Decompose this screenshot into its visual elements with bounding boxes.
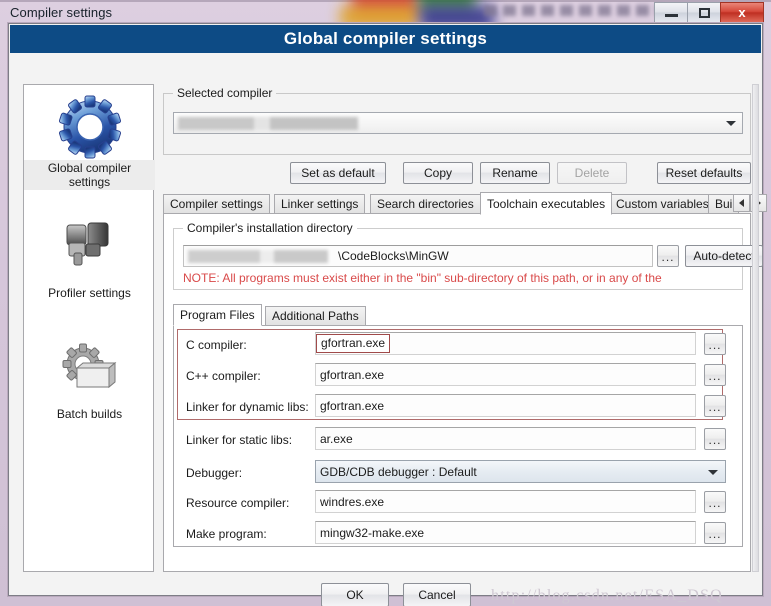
installation-directory-group: Compiler's installation directory \CodeB… xyxy=(173,221,763,290)
debugger-value: GDB/CDB debugger : Default xyxy=(320,464,477,479)
rename-button[interactable]: Rename xyxy=(480,162,550,184)
linker-static-browse-button[interactable]: ... xyxy=(704,428,726,450)
delete-button: Delete xyxy=(557,162,627,184)
chevron-down-icon xyxy=(708,470,718,475)
field-row-resource-compiler: Resource compiler: windres.exe ... xyxy=(174,490,744,520)
field-row-make-program: Make program: mingw32-make.exe ... xyxy=(174,521,744,551)
make-program-label: Make program: xyxy=(186,527,267,541)
installation-directory-input[interactable]: \CodeBlocks\MinGW xyxy=(183,245,653,267)
linker-dynamic-label: Linker for dynamic libs: xyxy=(186,400,309,414)
tab-linker-settings[interactable]: Linker settings xyxy=(274,194,366,213)
field-row-cpp-compiler: C++ compiler: gfortran.exe ... xyxy=(174,363,744,393)
tab-additional-paths[interactable]: Additional Paths xyxy=(265,306,366,325)
sidebar-item-label: Global compiler settings xyxy=(24,160,155,190)
make-program-input[interactable]: mingw32-make.exe xyxy=(315,521,696,544)
ok-button[interactable]: OK xyxy=(321,583,389,606)
linker-dynamic-browse-button[interactable]: ... xyxy=(704,395,726,417)
installation-directory-group-title: Compiler's installation directory xyxy=(183,221,357,235)
compiler-settings-dialog: Global compiler settings Global compiler… xyxy=(8,23,767,606)
program-files-tabstrip: Program Files Additional Paths xyxy=(173,304,743,326)
cpp-compiler-label: C++ compiler: xyxy=(186,369,261,383)
debugger-dropdown[interactable]: GDB/CDB debugger : Default xyxy=(315,460,726,483)
window-controls: x xyxy=(654,2,764,23)
c-compiler-browse-button[interactable]: ... xyxy=(704,333,726,355)
reset-defaults-button[interactable]: Reset defaults xyxy=(657,162,751,184)
chevron-down-icon xyxy=(726,121,736,126)
minimize-icon xyxy=(664,14,678,17)
tabstrip-scroll-left-button[interactable] xyxy=(733,194,750,212)
resource-compiler-label: Resource compiler: xyxy=(186,496,290,510)
tab-program-files[interactable]: Program Files xyxy=(173,304,262,326)
selected-compiler-group-title: Selected compiler xyxy=(173,86,277,100)
sidebar-item-batch-builds[interactable]: Batch builds xyxy=(24,340,155,422)
linker-dynamic-input[interactable]: gfortran.exe xyxy=(315,394,696,417)
c-compiler-label: C compiler: xyxy=(186,338,247,352)
clamp-icon xyxy=(57,219,123,285)
installation-path-value: \CodeBlocks\MinGW xyxy=(338,249,449,263)
cpp-compiler-input[interactable]: gfortran.exe xyxy=(315,363,696,386)
c-compiler-value: gfortran.exe xyxy=(316,334,391,353)
minimize-button[interactable] xyxy=(654,2,687,23)
settings-content: Selected compiler Set as default Copy Re… xyxy=(163,84,767,572)
resource-compiler-browse-button[interactable]: ... xyxy=(704,491,726,513)
application-window: Compiler settings x Global compiler sett… xyxy=(0,0,771,606)
resource-compiler-input[interactable]: windres.exe xyxy=(315,490,696,513)
tab-search-directories[interactable]: Search directories xyxy=(370,194,481,213)
debugger-label: Debugger: xyxy=(186,466,243,480)
field-row-c-compiler: C compiler: gfortran.exe ... xyxy=(174,332,744,362)
linker-static-label: Linker for static libs: xyxy=(186,433,293,447)
selected-compiler-group: Selected compiler xyxy=(163,86,751,155)
gear-icon xyxy=(57,94,123,160)
sidebar-item-label: Batch builds xyxy=(56,407,123,421)
c-compiler-input[interactable]: gfortran.exe xyxy=(315,332,696,355)
installation-path-redacted-prefix xyxy=(188,249,338,263)
tab-custom-variables[interactable]: Custom variables xyxy=(609,194,716,213)
cpp-compiler-browse-button[interactable]: ... xyxy=(704,364,726,386)
make-program-browse-button[interactable]: ... xyxy=(704,522,726,544)
cancel-button[interactable]: Cancel xyxy=(403,583,471,606)
sidebar-item-profiler-settings[interactable]: Profiler settings xyxy=(24,219,155,301)
dialog-body: Global compiler settings Profiler settin… xyxy=(10,53,767,606)
dialog-footer: OK Cancel http://blog.csdn.net/ESA_DSQ xyxy=(11,577,762,606)
tab-toolchain-executables[interactable]: Toolchain executables xyxy=(480,192,613,215)
dialog-header: Global compiler settings xyxy=(10,25,761,53)
toolchain-executables-panel: Compiler's installation directory \CodeB… xyxy=(163,213,763,572)
dialog-scrollbar[interactable] xyxy=(752,84,759,572)
gear-document-icon xyxy=(57,340,123,406)
copy-button[interactable]: Copy xyxy=(403,162,473,184)
field-row-debugger: Debugger: GDB/CDB debugger : Default xyxy=(174,460,744,490)
field-row-linker-static: Linker for static libs: ar.exe ... xyxy=(174,427,744,457)
installation-directory-browse-button[interactable]: ... xyxy=(657,245,679,267)
tab-compiler-settings[interactable]: Compiler settings xyxy=(163,194,270,213)
triangle-left-icon xyxy=(739,199,744,207)
field-row-linker-dynamic: Linker for dynamic libs: gfortran.exe ..… xyxy=(174,394,744,424)
linker-static-input[interactable]: ar.exe xyxy=(315,427,696,450)
sidebar-item-global-compiler-settings[interactable]: Global compiler settings xyxy=(24,94,155,190)
maximize-icon xyxy=(698,7,710,18)
program-files-panel: C compiler: gfortran.exe ... C++ compile… xyxy=(173,325,743,547)
sidebar-item-label: Profiler settings xyxy=(48,286,131,300)
compiler-action-buttons: Set as default Copy Rename Delete Reset … xyxy=(163,162,751,184)
selected-compiler-dropdown[interactable] xyxy=(173,112,743,134)
settings-tabstrip: Compiler settings Linker settings Search… xyxy=(163,192,767,215)
set-as-default-button[interactable]: Set as default xyxy=(290,162,386,184)
maximize-button[interactable] xyxy=(687,2,720,23)
selected-compiler-value-redacted xyxy=(178,116,378,130)
close-button[interactable]: x xyxy=(720,2,764,23)
watermark-text: http://blog.csdn.net/ESA_DSQ xyxy=(491,587,723,604)
settings-sidebar: Global compiler settings Profiler settin… xyxy=(23,84,155,572)
installation-note-text: NOTE: All programs must exist either in … xyxy=(183,271,662,285)
dialog-title: Global compiler settings xyxy=(283,29,488,48)
window-title: Compiler settings xyxy=(10,5,113,20)
